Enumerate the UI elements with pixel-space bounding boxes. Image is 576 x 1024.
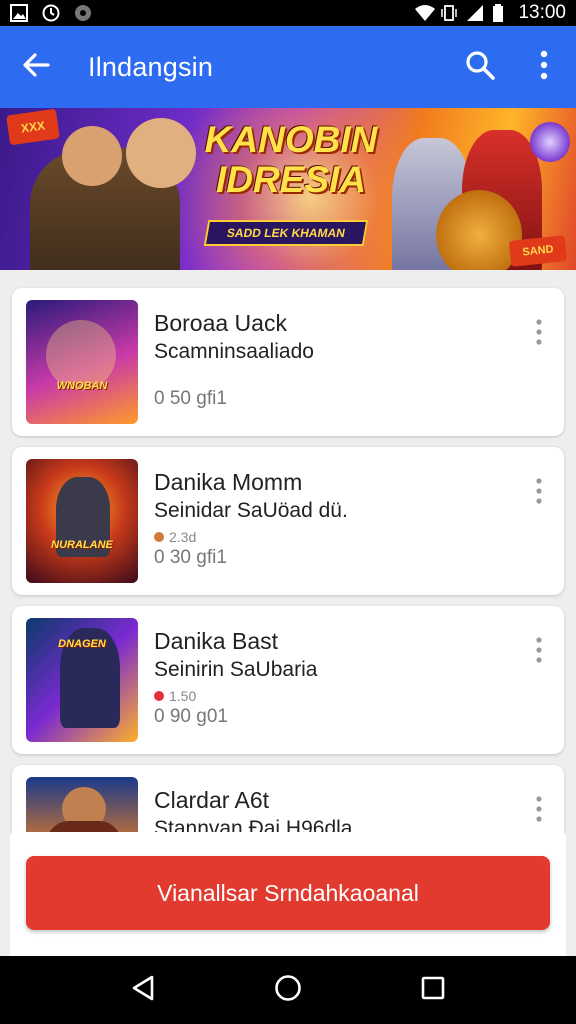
status-time: 13:00 (518, 2, 566, 23)
game-thumbnail: WNOBAN (26, 300, 138, 424)
item-title: Boroaa Uack (154, 310, 287, 336)
thumbnail-label: WNOBAN (56, 380, 108, 392)
item-subtitle: Scamninsaaliado (154, 340, 314, 363)
banner-badge-right: SAND (508, 235, 568, 267)
game-list: WNOBAN Boroaa Uack Scamninsaaliado 0 50 … (12, 288, 564, 924)
search-icon (464, 49, 496, 86)
home-circle-icon (274, 974, 302, 1007)
item-title: Danika Bast (154, 628, 279, 654)
more-vert-icon (535, 477, 543, 509)
more-vert-icon (535, 795, 543, 827)
item-subtitle: Seinidar SaUöad dü. (154, 499, 348, 522)
list-item[interactable]: WNOBAN Boroaa Uack Scamninsaaliado 0 50 … (12, 288, 564, 436)
wifi-icon (414, 4, 436, 22)
signal-icon (466, 4, 484, 22)
nav-home-button[interactable] (258, 960, 318, 1020)
nav-recents-button[interactable] (403, 960, 463, 1020)
app-bar: Ilndangsin (0, 26, 576, 108)
banner-hero-left-head (62, 126, 122, 186)
item-meta-text: 2.3d (169, 529, 197, 545)
search-button[interactable] (448, 26, 512, 108)
item-meta: 2.3d (154, 529, 196, 545)
meta-dot (154, 691, 164, 701)
thumbnail-label: DNAGEN (58, 638, 106, 650)
cta-panel: Vianallsar Srndahkaoanal (10, 832, 566, 956)
clock-icon (42, 4, 60, 22)
battery-icon (492, 4, 510, 22)
vibrate-icon (440, 4, 458, 22)
item-more-button[interactable] (524, 791, 554, 831)
more-vert-icon (539, 50, 549, 85)
back-arrow-icon (21, 50, 51, 85)
banner-hero-center (126, 118, 196, 188)
thumbnail-label: NURALANE (51, 539, 113, 551)
primary-cta-button[interactable]: Vianallsar Srndahkaoanal (26, 856, 550, 930)
item-stats: 0 30 gfi1 (154, 547, 227, 568)
more-vert-icon (535, 636, 543, 668)
nav-back-button[interactable] (113, 960, 173, 1020)
back-triangle-icon (130, 974, 156, 1007)
banner-badge-left: XXX (6, 108, 60, 146)
game-thumbnail: NURALANE (26, 459, 138, 583)
item-meta-text: 1.50 (169, 688, 197, 704)
image-icon (10, 4, 28, 22)
banner-hero-right3 (436, 190, 522, 270)
item-subtitle: Seinirin SaUbaria (154, 658, 318, 681)
item-meta: 1.50 (154, 688, 196, 704)
status-bar: 13:00 (0, 0, 576, 26)
back-button[interactable] (0, 26, 72, 108)
overflow-menu-button[interactable] (512, 26, 576, 108)
promo-banner[interactable]: XXX KANOBIN IDRESIA SADD LEK KHAMAN SAND (0, 108, 576, 270)
item-stats: 0 90 g01 (154, 706, 228, 727)
list-item[interactable]: DNAGEN Danika Bast Seinirin SaUbaria 1.5… (12, 606, 564, 754)
recents-square-icon (421, 976, 445, 1005)
notification-icon (74, 4, 92, 22)
item-more-button[interactable] (524, 314, 554, 354)
item-stats: 0 50 gfi1 (154, 388, 227, 409)
meta-dot (154, 532, 164, 542)
item-more-button[interactable] (524, 473, 554, 513)
item-title: Danika Momm (154, 469, 303, 495)
list-item[interactable]: NURALANE Danika Momm Seinidar SaUöad dü.… (12, 447, 564, 595)
item-more-button[interactable] (524, 632, 554, 672)
item-title: Clardar A6t (154, 787, 270, 813)
page-title: Ilndangsin (88, 51, 214, 82)
banner-orb (530, 122, 570, 162)
banner-title: KANOBIN IDRESIA (204, 119, 378, 200)
more-vert-icon (535, 318, 543, 350)
banner-tagline: SADD LEK KHAMAN (203, 220, 369, 246)
system-nav-bar (0, 956, 576, 1024)
game-thumbnail: DNAGEN (26, 618, 138, 742)
